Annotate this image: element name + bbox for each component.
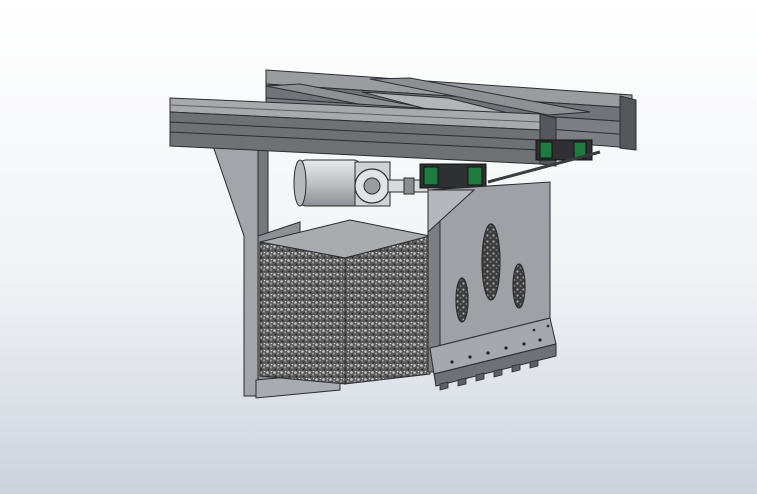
cad-viewport[interactable] <box>0 0 757 494</box>
cad-assembly-render <box>0 0 757 494</box>
slot-large <box>481 223 501 301</box>
slot-small-left <box>455 277 469 323</box>
slot-small-right <box>512 263 526 309</box>
linear-carriage-front[interactable] <box>419 163 487 189</box>
foam-block[interactable] <box>259 219 431 385</box>
